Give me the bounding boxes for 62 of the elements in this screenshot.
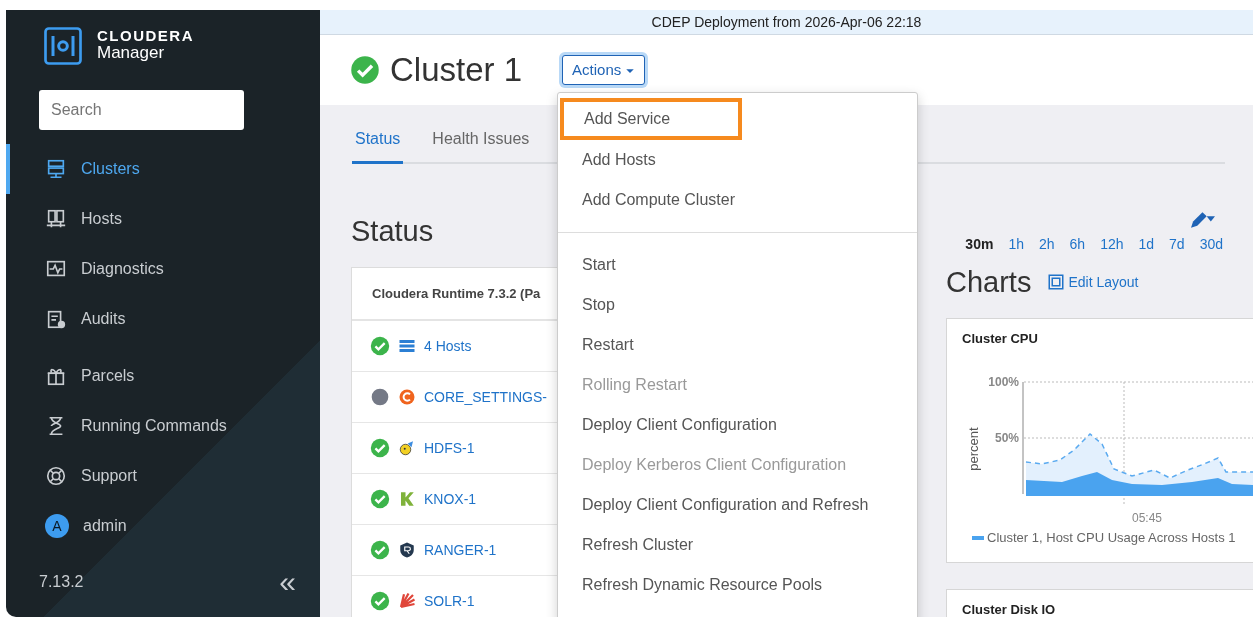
menu-item[interactable]: Deploy Client Configuration and Refresh	[558, 485, 917, 525]
legend-swatch	[972, 536, 984, 541]
search-field[interactable]: Search	[39, 90, 244, 130]
time-range-link[interactable]: 6h	[1069, 234, 1086, 255]
time-range-link[interactable]: 30m	[965, 234, 994, 255]
lifebuoy-icon	[45, 465, 67, 487]
sidebar-item[interactable]: A admin	[6, 501, 320, 551]
service-link[interactable]: SOLR-1	[424, 590, 475, 612]
menu-item[interactable]: Add Hosts	[558, 140, 917, 180]
circle-c-icon	[398, 388, 416, 407]
collapse-button[interactable]: «	[279, 567, 296, 597]
server-icon	[45, 158, 67, 180]
menu-item[interactable]: Restart	[558, 325, 917, 365]
pencil-dropdown-icon	[1191, 212, 1215, 228]
shield-icon	[398, 541, 416, 560]
menu-item[interactable]: Deploy Client Configuration	[558, 405, 917, 445]
sidebar-item[interactable]: Running Commands	[6, 401, 320, 451]
actions-button[interactable]: Actions	[562, 54, 646, 86]
version-label: 7.13.2	[39, 572, 84, 592]
tab[interactable]: Health Issues	[429, 123, 533, 164]
avatar-icon: A	[45, 514, 69, 538]
service-link[interactable]: CORE_SETTINGS-	[424, 386, 547, 408]
section-heading: Status	[351, 214, 435, 249]
service-link[interactable]: RANGER-1	[424, 539, 497, 561]
sidebar-item[interactable]: Parcels	[6, 351, 320, 401]
time-range-link[interactable]: 30d	[1199, 234, 1223, 255]
page-title: Cluster 1	[390, 50, 523, 90]
axis-label: percent	[966, 427, 981, 471]
edit-layout-link[interactable]: Edit Layout	[1047, 271, 1139, 293]
deployment-banner: CDEP Deployment from 2026-Apr-06 22:18	[320, 10, 1253, 35]
tab[interactable]: Status	[352, 123, 404, 164]
product-name: Manager	[97, 43, 166, 64]
sunburst-icon	[398, 592, 416, 611]
server-rack-icon	[45, 208, 67, 230]
menu-item[interactable]: Add Service	[560, 98, 742, 140]
logo-icon	[43, 26, 83, 66]
chart-title: Cluster Disk IO	[962, 600, 1057, 617]
layout-icon	[1047, 273, 1066, 292]
sidebar-item[interactable]: Audits	[6, 294, 320, 344]
sidebar-item[interactable]: Hosts	[6, 194, 320, 244]
menu-item[interactable]: Add Compute Cluster	[558, 180, 917, 220]
sidebar-item[interactable]: Support	[6, 451, 320, 501]
time-range-link[interactable]: 7d	[1169, 234, 1185, 255]
time-range-link[interactable]: 1d	[1138, 234, 1155, 255]
time-range-link[interactable]: 12h	[1100, 234, 1124, 255]
chart-title: Cluster CPU	[962, 329, 1039, 348]
sidebar-item[interactable]: Diagnostics	[6, 244, 320, 294]
brand-name: CLOUDERA	[97, 28, 194, 44]
section-heading: Charts	[946, 265, 1032, 300]
axis-tick-label: 50%	[994, 431, 1019, 446]
service-link[interactable]: 4 Hosts	[424, 335, 472, 357]
k-shape-icon	[398, 490, 416, 509]
menu-item[interactable]: Refresh Cluster	[558, 525, 917, 565]
axis-tick-label: 100%	[988, 375, 1019, 390]
service-link[interactable]: KNOX-1	[424, 488, 477, 510]
time-range-link[interactable]: 1h	[1008, 234, 1024, 255]
axis-tick-label: 05:45	[1132, 511, 1163, 525]
menu-item[interactable]: Refresh Dynamic Resource Pools	[558, 565, 917, 605]
time-range-link[interactable]: 2h	[1038, 234, 1055, 255]
service-link[interactable]: HDFS-1	[424, 437, 475, 459]
clipboard-check-icon	[45, 308, 67, 330]
legend-label: Cluster 1, Host CPU Usage Across Hosts 1	[987, 529, 1236, 548]
